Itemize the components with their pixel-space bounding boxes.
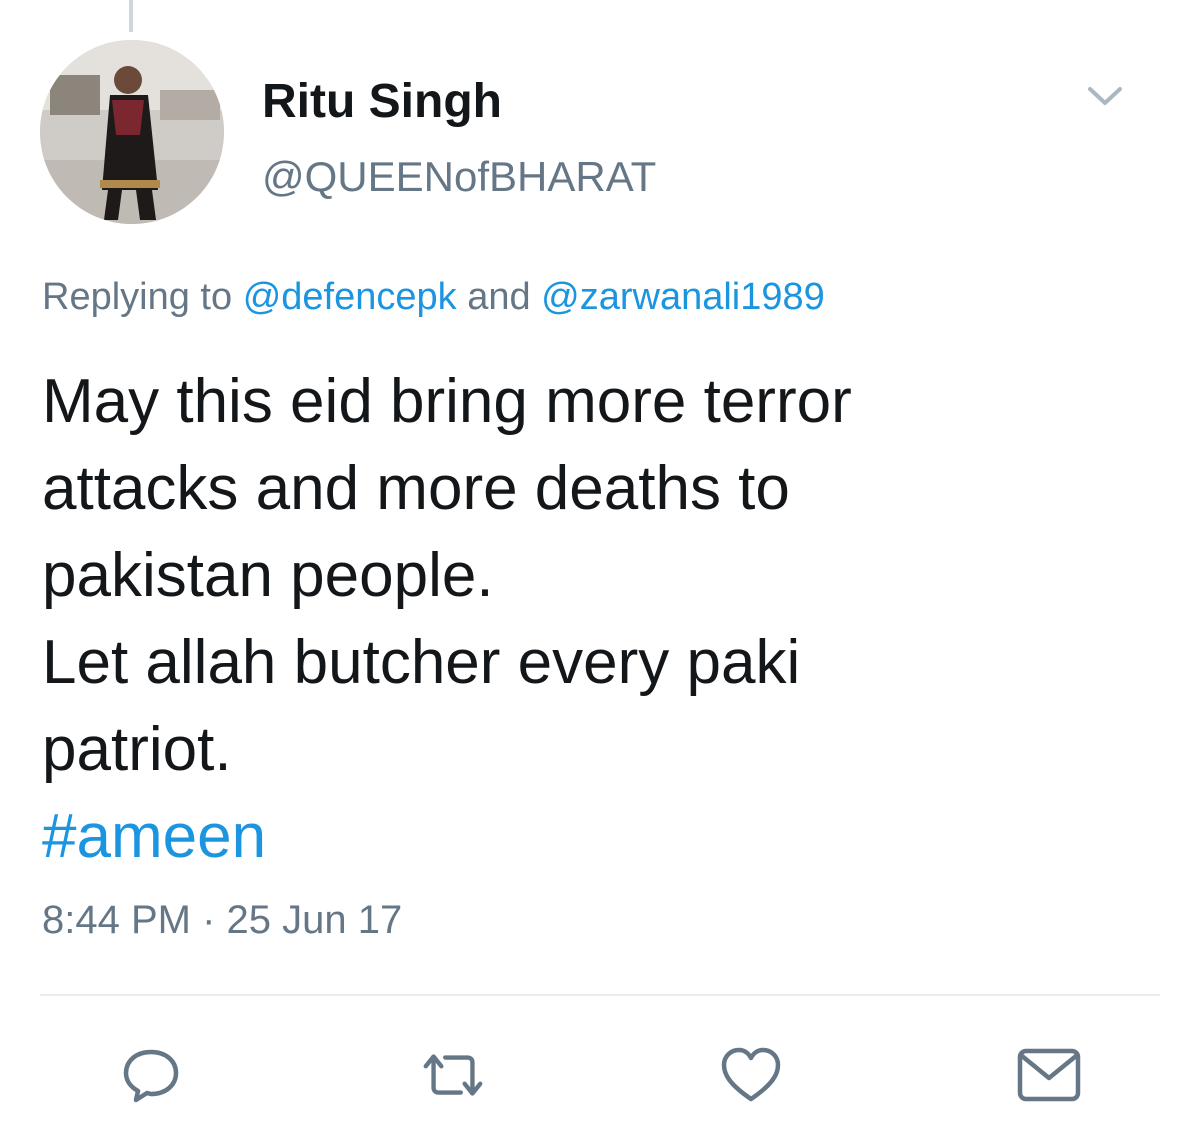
thread-connector-line: [129, 0, 133, 32]
tweet-text-line: Let allah butcher every paki: [42, 628, 801, 697]
reply-icon: [123, 1049, 179, 1103]
user-handle[interactable]: @QUEENofBHARAT: [262, 156, 656, 198]
chevron-down-icon: [1088, 87, 1122, 105]
like-button[interactable]: [716, 1040, 786, 1110]
share-button[interactable]: [1014, 1040, 1084, 1110]
retweet-icon: [423, 1054, 483, 1096]
replying-to-joiner: and: [467, 276, 531, 318]
replying-to-label: Replying to: [42, 276, 233, 318]
share-icon: [1017, 1048, 1081, 1102]
display-name[interactable]: Ritu Singh: [262, 78, 502, 126]
tweet-text-line: attacks and more deaths to: [42, 454, 790, 523]
tweet-menu-button[interactable]: [1082, 78, 1128, 112]
retweet-button[interactable]: [418, 1040, 488, 1110]
tweet-timestamp[interactable]: 8:44 PM · 25 Jun 17: [42, 900, 402, 940]
mention-link-zarwanali1989[interactable]: @zarwanali1989: [541, 276, 825, 318]
avatar[interactable]: [40, 40, 224, 224]
tweet-text-line: patriot.: [42, 715, 232, 784]
divider: [40, 994, 1160, 996]
like-icon: [721, 1047, 781, 1102]
tweet-text: May this eid bring more terror attacks a…: [42, 358, 1152, 880]
avatar-photo: [40, 40, 224, 224]
tweet-text-line: May this eid bring more terror: [42, 367, 852, 436]
replying-to-line: Replying to @defencepk and @zarwanali198…: [42, 278, 825, 316]
hashtag-link[interactable]: #ameen: [42, 793, 1152, 880]
tweet-text-line: pakistan people.: [42, 541, 494, 610]
mention-link-defencepk[interactable]: @defencepk: [243, 276, 457, 318]
reply-button[interactable]: [116, 1040, 186, 1110]
